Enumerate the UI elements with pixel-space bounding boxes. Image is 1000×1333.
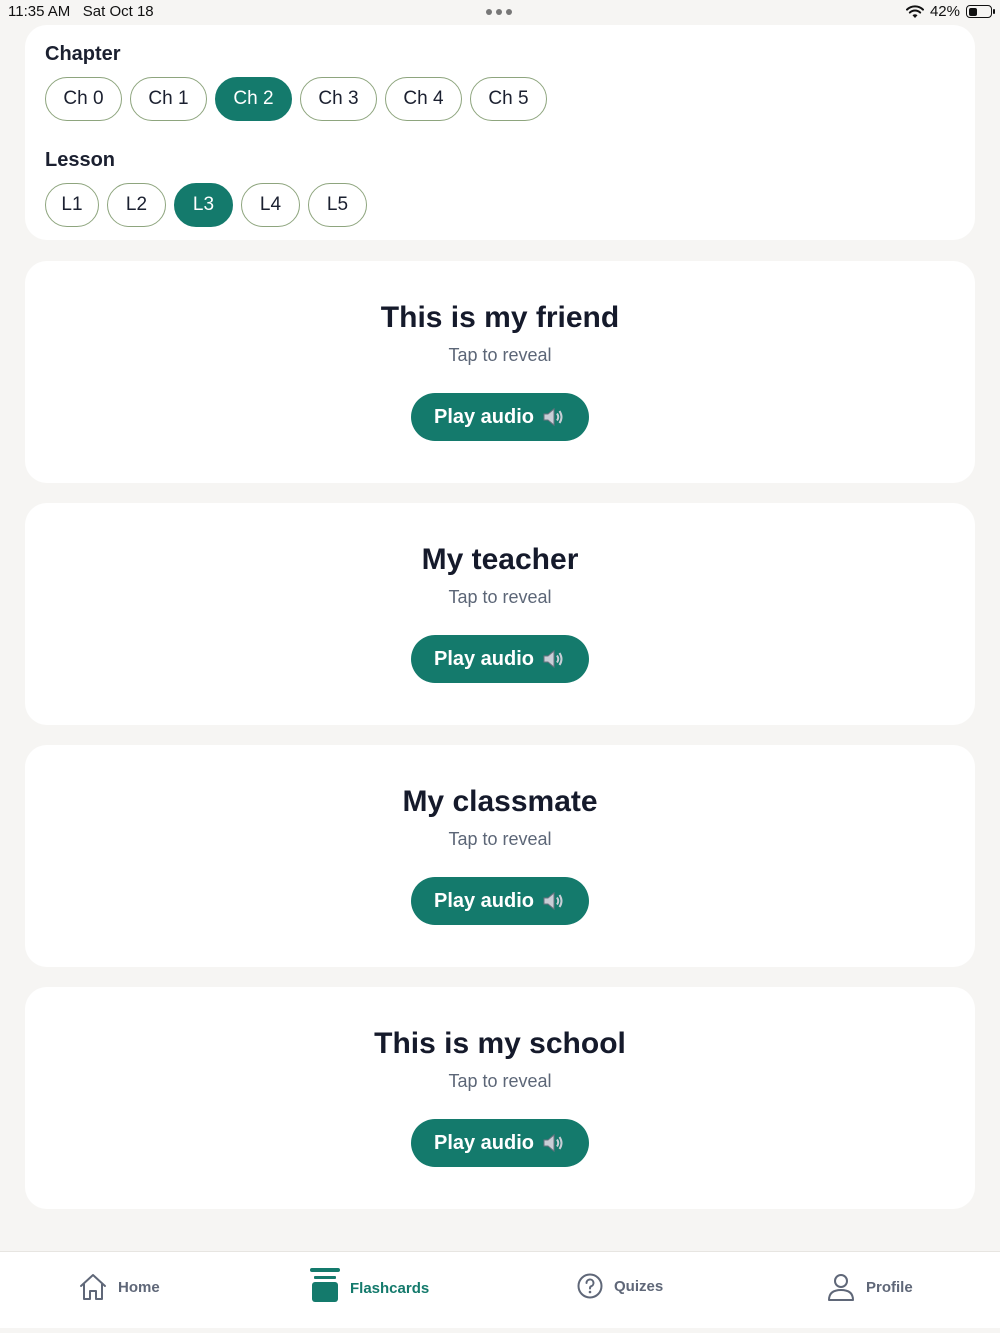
lesson-pill-l5[interactable]: L5	[308, 183, 367, 227]
lesson-heading: Lesson	[45, 149, 116, 171]
flashcard-hint: Tap to reveal	[448, 829, 552, 849]
question-circle-icon	[577, 1273, 603, 1299]
nav-item-quizes[interactable]: Quizes	[576, 1272, 663, 1300]
play-audio-label: Play audio	[433, 647, 535, 670]
chapter-heading: Chapter	[45, 43, 121, 65]
chapter-pill-ch5[interactable]: Ch 5	[470, 77, 547, 121]
user-icon	[828, 1274, 854, 1301]
speaker-icon	[543, 649, 563, 669]
play-audio-button[interactable]: Play audio	[411, 1119, 589, 1167]
multitasking-dots-icon[interactable]	[486, 9, 512, 15]
nav-item-profile[interactable]: Profile	[826, 1272, 913, 1302]
lesson-pill-l1[interactable]: L1	[45, 183, 99, 227]
lesson-pill-l4[interactable]: L4	[241, 183, 300, 227]
home-icon	[80, 1274, 106, 1300]
chapter-pill-ch0[interactable]: Ch 0	[45, 77, 122, 121]
flashcards-icon	[312, 1276, 338, 1302]
nav-label-flashcards: Flashcards	[350, 1279, 430, 1297]
play-audio-button[interactable]: Play audio	[411, 393, 589, 441]
flashcard[interactable]: My teacher Tap to reveal Play audio	[25, 503, 975, 725]
flashcard-hint: Tap to reveal	[448, 587, 552, 607]
nav-item-home[interactable]: Home	[78, 1272, 160, 1302]
status-clock: 11:35 AM	[8, 3, 71, 20]
battery-percent: 42%	[929, 3, 960, 20]
status-date: Sat Oct 18	[82, 3, 154, 20]
filter-card: Chapter Ch 0 Ch 1 Ch 2 Ch 3 Ch 4 Ch 5 Le…	[25, 25, 975, 240]
flashcard-title: My classmate	[402, 785, 598, 818]
flashcard-hint: Tap to reveal	[448, 1071, 552, 1091]
lesson-pill-l2[interactable]: L2	[107, 183, 166, 227]
chapter-pill-ch2[interactable]: Ch 2	[215, 77, 292, 121]
nav-label-profile: Profile	[866, 1278, 913, 1296]
play-audio-label: Play audio	[433, 889, 535, 912]
play-audio-label: Play audio	[433, 1131, 535, 1154]
bottom-nav: Home Flashcards Quizes Profile	[0, 1251, 1000, 1328]
chapter-pill-ch3[interactable]: Ch 3	[300, 77, 377, 121]
status-time: 11:35 AM Sat Oct 18	[8, 3, 154, 20]
status-bar: 11:35 AM Sat Oct 18 42%	[0, 0, 1000, 24]
chapter-pill-ch1[interactable]: Ch 1	[130, 77, 207, 121]
chapter-selector: Ch 0 Ch 1 Ch 2 Ch 3 Ch 4 Ch 5	[45, 77, 955, 121]
flashcard-hint: Tap to reveal	[448, 345, 552, 365]
flashcard-title: My teacher	[421, 543, 579, 576]
play-audio-button[interactable]: Play audio	[411, 877, 589, 925]
play-audio-label: Play audio	[433, 405, 535, 428]
lesson-selector: L1 L2 L3 L4 L5	[45, 183, 955, 227]
nav-item-flashcards[interactable]: Flashcards	[310, 1272, 429, 1304]
nav-label-quizes: Quizes	[614, 1277, 664, 1295]
speaker-icon	[543, 407, 563, 427]
battery-icon	[966, 5, 995, 18]
flashcard[interactable]: This is my friend Tap to reveal Play aud…	[25, 261, 975, 483]
speaker-icon	[543, 891, 563, 911]
flashcard-title: This is my school	[374, 1027, 626, 1060]
play-audio-button[interactable]: Play audio	[411, 635, 589, 683]
wifi-icon	[905, 4, 924, 18]
status-indicators: 42%	[905, 3, 995, 20]
lesson-pill-l3[interactable]: L3	[174, 183, 233, 227]
flashcard[interactable]: This is my school Tap to reveal Play aud…	[25, 987, 975, 1209]
chapter-pill-ch4[interactable]: Ch 4	[385, 77, 462, 121]
nav-label-home: Home	[118, 1278, 160, 1296]
flashcard[interactable]: My classmate Tap to reveal Play audio	[25, 745, 975, 967]
speaker-icon	[543, 1133, 563, 1153]
flashcard-title: This is my friend	[380, 301, 620, 334]
